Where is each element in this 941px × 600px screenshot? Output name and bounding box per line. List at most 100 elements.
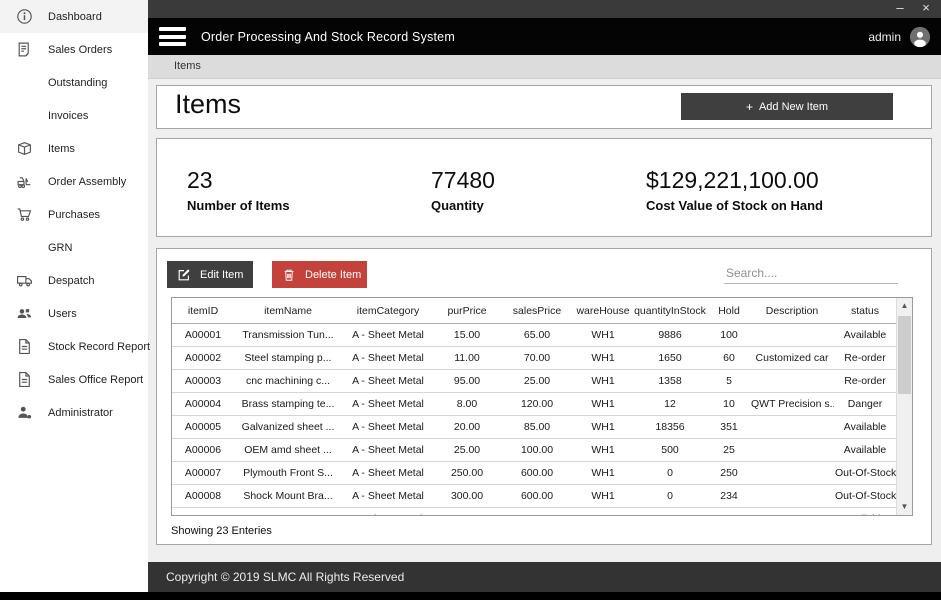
- table-cell[interactable]: 15.00: [434, 324, 500, 347]
- column-header-purprice[interactable]: purPrice: [434, 298, 500, 324]
- table-cell[interactable]: WH1: [574, 508, 632, 517]
- table-cell[interactable]: 250.00: [434, 462, 500, 485]
- sidebar-item-outstanding[interactable]: Outstanding: [0, 66, 148, 99]
- table-cell[interactable]: OEM amd sheet ...: [234, 439, 342, 462]
- table-cell[interactable]: 11.00: [434, 347, 500, 370]
- table-cell[interactable]: [750, 416, 834, 439]
- sidebar-item-order-assembly[interactable]: Order Assembly: [0, 165, 148, 198]
- table-cell[interactable]: 70.00: [500, 347, 574, 370]
- table-cell[interactable]: A00005: [172, 416, 234, 439]
- table-cell[interactable]: Galvanized sheet ...: [234, 416, 342, 439]
- table-cell[interactable]: 95.00: [434, 370, 500, 393]
- table-cell[interactable]: 0: [632, 462, 708, 485]
- sidebar-item-dashboard[interactable]: Dashboard: [0, 0, 148, 33]
- table-row[interactable]: A00002Steel stamping p...A - Sheet Metal…: [172, 347, 896, 370]
- table-cell[interactable]: A00008: [172, 485, 234, 508]
- scroll-up-icon[interactable]: ▲: [897, 298, 912, 314]
- table-cell[interactable]: WH1: [574, 324, 632, 347]
- table-cell[interactable]: A - Sheet Metal: [342, 485, 434, 508]
- sidebar-item-sales-orders[interactable]: Sales Orders: [0, 33, 148, 66]
- column-header-hold[interactable]: Hold: [708, 298, 750, 324]
- table-cell[interactable]: 65.00: [500, 324, 574, 347]
- search-input[interactable]: [724, 264, 898, 284]
- table-cell[interactable]: A00001: [172, 324, 234, 347]
- table-cell[interactable]: Transmission Tun...: [234, 324, 342, 347]
- table-cell[interactable]: A - Sheet Metal: [342, 462, 434, 485]
- column-header-itemname[interactable]: itemName: [234, 298, 342, 324]
- minimize-icon[interactable]: –: [889, 0, 911, 18]
- table-cell[interactable]: 501: [708, 508, 750, 517]
- column-header-description[interactable]: Description: [750, 298, 834, 324]
- table-cell[interactable]: A00003: [172, 370, 234, 393]
- table-cell[interactable]: A00002: [172, 347, 234, 370]
- column-header-quantityinstock[interactable]: quantityInStock: [632, 298, 708, 324]
- table-cell[interactable]: A00006: [172, 439, 234, 462]
- table-cell[interactable]: 5: [708, 370, 750, 393]
- vertical-scrollbar[interactable]: ▲ ▼: [896, 298, 912, 515]
- table-cell[interactable]: cnc machining c...: [234, 370, 342, 393]
- table-cell[interactable]: 25.00: [500, 370, 574, 393]
- table-cell[interactable]: Available: [834, 508, 896, 517]
- table-cell[interactable]: Plymouth Front S...: [234, 462, 342, 485]
- table-cell[interactable]: Re-order: [834, 347, 896, 370]
- table-cell[interactable]: 10000: [632, 508, 708, 517]
- table-cell[interactable]: 10: [708, 393, 750, 416]
- table-cell[interactable]: WH1: [574, 347, 632, 370]
- table-cell[interactable]: 0: [632, 485, 708, 508]
- table-cell[interactable]: WH1: [574, 462, 632, 485]
- menu-icon[interactable]: [159, 24, 186, 50]
- add-new-item-button[interactable]: + Add New Item: [681, 93, 893, 120]
- table-cell[interactable]: Re-order: [834, 370, 896, 393]
- table-cell[interactable]: A00004: [172, 393, 234, 416]
- table-cell[interactable]: Danger: [834, 393, 896, 416]
- table-cell[interactable]: WH1: [574, 416, 632, 439]
- table-cell[interactable]: 300.00: [434, 485, 500, 508]
- scroll-down-icon[interactable]: ▼: [897, 499, 912, 515]
- table-cell[interactable]: 20.00: [434, 416, 500, 439]
- table-row[interactable]: A00008Shock Mount Bra...A - Sheet Metal3…: [172, 485, 896, 508]
- table-cell[interactable]: 6000.00: [500, 508, 574, 517]
- table-row[interactable]: A00005Galvanized sheet ...A - Sheet Meta…: [172, 416, 896, 439]
- table-cell[interactable]: WH1: [574, 393, 632, 416]
- scrollbar-thumb[interactable]: [898, 316, 911, 394]
- sidebar-item-despatch[interactable]: Despatch: [0, 264, 148, 297]
- table-cell[interactable]: Out-Of-Stock: [834, 462, 896, 485]
- table-cell[interactable]: 250: [708, 462, 750, 485]
- table-cell[interactable]: B00001: [172, 508, 234, 517]
- table-cell[interactable]: 1000.00: [434, 508, 500, 517]
- sidebar-item-sales-office-report[interactable]: Sales Office Report: [0, 363, 148, 396]
- table-cell[interactable]: Available: [834, 324, 896, 347]
- sidebar-item-items[interactable]: Items: [0, 132, 148, 165]
- table-cell[interactable]: 25.00: [434, 439, 500, 462]
- table-cell[interactable]: WH1: [574, 439, 632, 462]
- column-header-salesprice[interactable]: salesPrice: [500, 298, 574, 324]
- table-row[interactable]: A00007Plymouth Front S...A - Sheet Metal…: [172, 462, 896, 485]
- table-cell[interactable]: 8.00: [434, 393, 500, 416]
- table-cell[interactable]: A - Sheet Metal: [342, 347, 434, 370]
- table-cell[interactable]: 25: [708, 439, 750, 462]
- sidebar-item-stock-record-report[interactable]: Stock Record Report: [0, 330, 148, 363]
- sidebar-item-invoices[interactable]: Invoices: [0, 99, 148, 132]
- table-cell[interactable]: 234: [708, 485, 750, 508]
- table-cell[interactable]: QWT Precision s...: [750, 393, 834, 416]
- table-cell[interactable]: [750, 370, 834, 393]
- table-cell[interactable]: A - Sheet Metal: [342, 324, 434, 347]
- table-cell[interactable]: [750, 439, 834, 462]
- sidebar-item-grn[interactable]: GRN: [0, 231, 148, 264]
- column-header-itemcategory[interactable]: itemCategory: [342, 298, 434, 324]
- table-cell[interactable]: 85.00: [500, 416, 574, 439]
- table-row[interactable]: B00001Toyota Front Doo...B - Major Assem…: [172, 508, 896, 517]
- table-cell[interactable]: Out-Of-Stock: [834, 485, 896, 508]
- user-avatar-icon[interactable]: [909, 26, 931, 48]
- table-cell[interactable]: [750, 508, 834, 517]
- table-row[interactable]: A00004Brass stamping te...A - Sheet Meta…: [172, 393, 896, 416]
- delete-item-button[interactable]: Delete Item: [272, 261, 367, 288]
- table-cell[interactable]: Available: [834, 416, 896, 439]
- close-icon[interactable]: ×: [915, 0, 937, 18]
- sidebar-item-users[interactable]: Users: [0, 297, 148, 330]
- table-cell[interactable]: 60: [708, 347, 750, 370]
- table-cell[interactable]: A - Sheet Metal: [342, 393, 434, 416]
- table-cell[interactable]: WH1: [574, 485, 632, 508]
- table-cell[interactable]: 1358: [632, 370, 708, 393]
- table-cell[interactable]: 600.00: [500, 462, 574, 485]
